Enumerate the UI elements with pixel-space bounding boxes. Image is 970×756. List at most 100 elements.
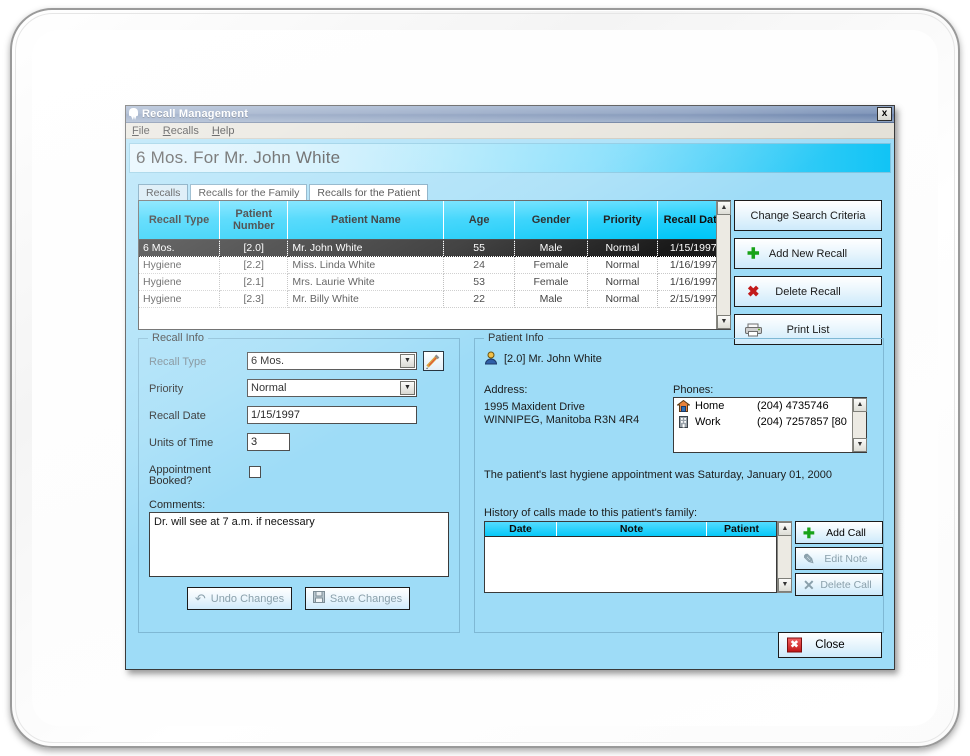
- delete-call-button[interactable]: ✕ Delete Call: [795, 573, 883, 596]
- col-patient-name[interactable]: Patient Name: [287, 201, 445, 240]
- cell-age: 55: [443, 239, 515, 257]
- recall-type-value: 6 Mos.: [251, 355, 285, 367]
- table-row[interactable]: Hygiene [2.2] Miss. Linda White 24 Femal…: [139, 256, 731, 274]
- menu-file-rest: ile: [138, 124, 150, 137]
- address-label: Address:: [484, 384, 528, 396]
- col-recall-type[interactable]: Recall Type: [139, 201, 221, 240]
- add-new-recall-button[interactable]: ✚ Add New Recall: [734, 238, 882, 269]
- delete-call-label: Delete Call: [820, 578, 872, 591]
- edit-recall-type-button[interactable]: [423, 351, 444, 371]
- cell-patient-name: Mr. Billy White: [287, 290, 445, 308]
- red-x-icon: ✖: [747, 283, 760, 300]
- undo-changes-button[interactable]: ↶ Undo Changes: [187, 587, 292, 610]
- grid-scrollbar[interactable]: ▲ ▼: [716, 201, 731, 329]
- units-of-time-input[interactable]: 3: [247, 433, 290, 451]
- close-button-label: Close: [815, 639, 845, 651]
- col-patient-number[interactable]: Patient Number: [219, 201, 289, 240]
- chevron-down-icon[interactable]: ▼: [400, 354, 415, 368]
- comments-textarea[interactable]: Dr. will see at 7 a.m. if necessary: [149, 512, 449, 577]
- window-close-button[interactable]: x: [877, 107, 892, 121]
- add-call-button[interactable]: ✚ Add Call: [795, 521, 883, 544]
- add-call-label: Add Call: [826, 526, 866, 539]
- recall-type-combo[interactable]: 6 Mos. ▼: [247, 352, 417, 370]
- cell-patient-name: Miss. Linda White: [287, 256, 445, 274]
- table-row[interactable]: 6 Mos. [2.0] Mr. John White 55 Male Norm…: [139, 239, 731, 257]
- scroll-up-icon[interactable]: ▲: [853, 398, 867, 412]
- cell-gender: Male: [514, 239, 589, 257]
- appointment-booked-checkbox[interactable]: [249, 466, 261, 478]
- recall-management-window: Recall Management x File Recalls Help 6 …: [125, 105, 895, 670]
- appointment-booked-label-line2: Booked?: [149, 475, 193, 487]
- x-icon: ✕: [803, 576, 815, 593]
- phones-label: Phones:: [673, 384, 714, 396]
- recall-info-group: Recall Info Recall Type 6 Mos. ▼ Priorit…: [138, 332, 460, 633]
- recalls-grid: Recall Type Patient Number Patient Name …: [138, 200, 731, 330]
- phone-type: Home: [695, 400, 725, 412]
- add-new-recall-label: Add New Recall: [768, 247, 848, 260]
- close-button[interactable]: ✖ Close: [778, 632, 882, 658]
- page-title-banner: 6 Mos. For Mr. John White: [129, 143, 891, 173]
- tab-recalls-family[interactable]: Recalls for the Family: [190, 184, 308, 200]
- phones-scrollbar[interactable]: ▲ ▼: [852, 398, 867, 452]
- home-icon: [676, 399, 691, 412]
- priority-combo[interactable]: Normal ▼: [247, 379, 417, 397]
- col-patient[interactable]: Patient: [707, 522, 776, 536]
- col-date[interactable]: Date: [485, 522, 557, 536]
- menu-item-recalls[interactable]: Recalls: [163, 125, 199, 137]
- list-item[interactable]: Home (204) 4735746: [674, 398, 866, 414]
- undo-icon: ↶: [194, 590, 206, 606]
- menu-recalls-rest: ecalls: [170, 124, 199, 137]
- change-search-criteria-button[interactable]: Change Search Criteria: [734, 200, 882, 231]
- col-priority[interactable]: Priority: [587, 201, 658, 240]
- units-of-time-label: Units of Time: [149, 437, 214, 449]
- patient-identity: [2.0] Mr. John White: [504, 353, 602, 365]
- call-action-buttons: ✚ Add Call ✎ Edit Note ✕ Delete Call: [795, 521, 883, 599]
- tablet-device-frame: Recall Management x File Recalls Help 6 …: [10, 8, 960, 748]
- recall-date-input[interactable]: 1/15/1997: [247, 406, 417, 424]
- edit-note-button[interactable]: ✎ Edit Note: [795, 547, 883, 570]
- save-changes-label: Save Changes: [329, 592, 403, 605]
- scroll-up-icon[interactable]: ▲: [778, 522, 792, 536]
- save-changes-button[interactable]: Save Changes: [305, 587, 410, 610]
- red-close-icon: ✖: [787, 637, 802, 653]
- scroll-down-icon[interactable]: ▼: [853, 438, 867, 452]
- menubar: File Recalls Help: [126, 123, 894, 139]
- delete-recall-button[interactable]: ✖ Delete Recall: [734, 276, 882, 307]
- col-gender[interactable]: Gender: [514, 201, 589, 240]
- scroll-down-icon[interactable]: ▼: [778, 578, 792, 592]
- scroll-up-icon[interactable]: ▲: [717, 201, 731, 215]
- menu-recalls-accel: R: [162, 124, 171, 137]
- printer-icon: [745, 323, 762, 336]
- change-search-criteria-label: Change Search Criteria: [750, 209, 866, 222]
- pencil-icon: [426, 354, 440, 369]
- cell-patient-name: Mr. John White: [287, 239, 445, 257]
- phones-list[interactable]: Home (204) 4735746 Work (204) 7257857 [8…: [673, 397, 867, 453]
- cell-gender: Female: [514, 256, 589, 274]
- cell-priority: Normal: [587, 239, 658, 257]
- list-item[interactable]: Work (204) 7257857 [80: [674, 414, 866, 430]
- chevron-down-icon[interactable]: ▼: [400, 381, 415, 395]
- call-history-scrollbar[interactable]: ▲ ▼: [777, 521, 792, 593]
- scroll-down-icon[interactable]: ▼: [717, 315, 731, 329]
- cell-recall-type: 6 Mos.: [139, 239, 221, 257]
- tab-recalls-patient[interactable]: Recalls for the Patient: [309, 184, 429, 200]
- window-title: Recall Management: [142, 108, 249, 120]
- table-row[interactable]: Hygiene [2.3] Mr. Billy White 22 Male No…: [139, 290, 731, 308]
- table-header-row: Recall Type Patient Number Patient Name …: [139, 201, 731, 240]
- tabstrip: Recalls Recalls for the Family Recalls f…: [138, 184, 430, 200]
- cell-recall-type: Hygiene: [139, 290, 221, 308]
- menu-help-accel: H: [211, 124, 220, 137]
- cell-patient-number: [2.2]: [219, 256, 289, 274]
- recall-info-legend: Recall Info: [148, 332, 208, 344]
- address-line-1: 1995 Maxident Drive: [484, 401, 585, 413]
- col-age[interactable]: Age: [443, 201, 515, 240]
- tab-recalls[interactable]: Recalls: [138, 184, 189, 200]
- menu-item-help[interactable]: Help: [212, 125, 235, 137]
- cell-age: 24: [443, 256, 515, 274]
- comments-label: Comments:: [149, 499, 206, 511]
- action-button-panel: Change Search Criteria ✚ Add New Recall …: [734, 200, 882, 352]
- table-row[interactable]: Hygiene [2.1] Mrs. Laurie White 53 Femal…: [139, 273, 731, 291]
- menu-item-file[interactable]: File: [132, 125, 150, 137]
- recall-date-label: Recall Date: [149, 410, 206, 422]
- col-note[interactable]: Note: [557, 522, 707, 536]
